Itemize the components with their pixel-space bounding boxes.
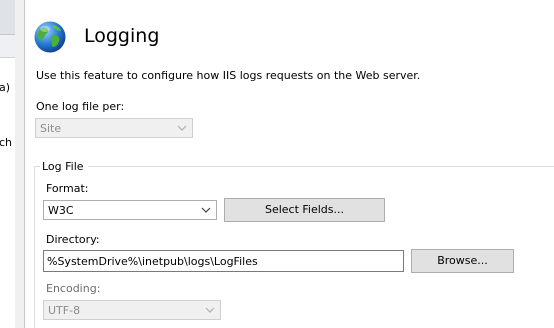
- directory-label: Directory:: [46, 233, 100, 246]
- directory-value: %SystemDrive%\inetpub\logs\LogFiles: [47, 255, 258, 268]
- logging-feature-page: Logging Use this feature to configure ho…: [25, 0, 554, 328]
- log-per-value: Site: [40, 122, 62, 135]
- encoding-value: UTF-8: [48, 304, 81, 317]
- group-border-left: [34, 166, 35, 328]
- globe-icon: [34, 21, 66, 53]
- splitter[interactable]: [15, 0, 25, 328]
- format-select[interactable]: W3C: [43, 200, 217, 220]
- format-value: W3C: [48, 204, 74, 217]
- encoding-label: Encoding:: [46, 282, 101, 295]
- tree-item-fragment[interactable]: a): [0, 81, 10, 94]
- tree-item-fragment[interactable]: ch: [0, 136, 12, 149]
- page-title: Logging: [84, 25, 160, 47]
- browse-button[interactable]: Browse...: [411, 249, 514, 273]
- encoding-select[interactable]: UTF-8: [43, 300, 221, 320]
- log-per-label: One log file per:: [36, 100, 125, 113]
- directory-input[interactable]: %SystemDrive%\inetpub\logs\LogFiles: [43, 250, 404, 272]
- log-per-select[interactable]: Site: [35, 118, 193, 138]
- tree-header-band: [0, 0, 15, 35]
- tree-toolbar-band: [0, 35, 15, 58]
- chevron-down-icon: [177, 125, 187, 131]
- chevron-down-icon: [201, 207, 211, 213]
- group-border-top-right: [88, 166, 554, 167]
- page-description: Use this feature to configure how IIS lo…: [36, 69, 421, 82]
- format-label: Format:: [46, 182, 89, 195]
- connections-tree-panel[interactable]: a) ch: [0, 0, 16, 328]
- chevron-down-icon: [205, 307, 215, 313]
- iis-logging-window: a) ch Logging Use this feature to config…: [0, 0, 554, 328]
- log-file-group-label: Log File: [42, 160, 84, 173]
- select-fields-button[interactable]: Select Fields...: [224, 198, 385, 222]
